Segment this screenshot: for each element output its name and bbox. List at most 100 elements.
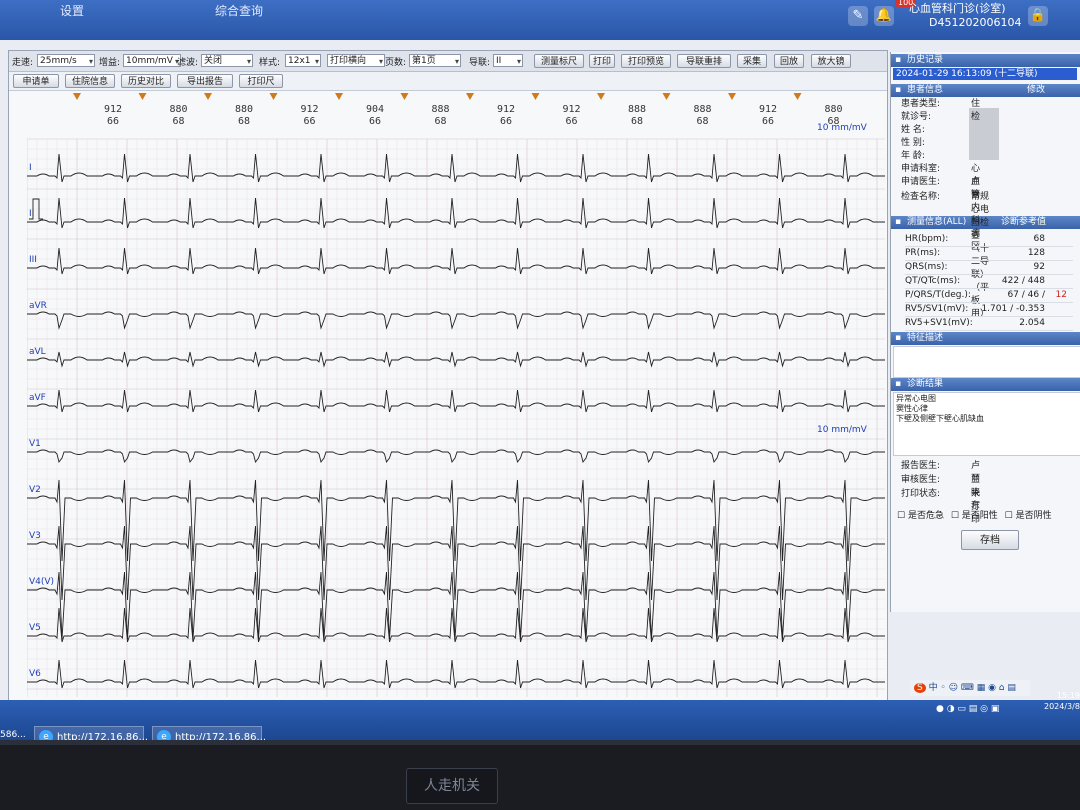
patient-field-row: 申请医生: 卢丽 (901, 176, 980, 200)
history-entry[interactable]: 2024-01-29 16:13:09 (十二导联) (893, 68, 1077, 80)
patient-header: ▪ 患者信息 修改 (891, 84, 1080, 97)
acquire-button[interactable]: 采集 (737, 54, 767, 68)
task-label: http://172.16.86... (175, 732, 267, 740)
beat-marker (335, 93, 343, 100)
print-button[interactable]: 打印 (589, 54, 615, 68)
sogou-icon: S (914, 683, 926, 693)
beat-marker (728, 93, 736, 100)
beat-marker (269, 93, 278, 100)
collapse-icon: ▪ (895, 55, 902, 65)
diagnosis-line: 异常心电图 (896, 394, 936, 403)
feature-header: ▪ 特征描述 (891, 332, 1080, 345)
history-compare-button[interactable]: 历史对比 (121, 74, 171, 88)
style-select[interactable]: 12x1 (285, 54, 321, 68)
device-info: 心血管科门诊(诊室) D451202006104 (895, 2, 1021, 30)
field-label: 报告医生: (901, 461, 941, 471)
ecg-waveform-canvas: 9126688068880689126690466888689126691266… (26, 93, 885, 697)
taskbar-ie-window-1[interactable]: e http://172.16.86... (34, 726, 148, 740)
app-top-bar: 设置 综合查询 ✎ 🔔 100 心血管科门诊(诊室) D451202006104… (0, 0, 1080, 40)
lead-label: V1 (29, 439, 41, 449)
report-field-row: 打印状态: 未打印 (901, 488, 980, 525)
feature-textarea[interactable] (893, 346, 1080, 378)
ecg-panel: 走速: 25mm/s 增益: 10mm/mV 滤波: 关闭 样式: 12x1 打… (8, 50, 888, 702)
rr-interval-label: 888 (628, 104, 646, 115)
lead-label: V3 (29, 531, 41, 541)
heart-rate-label: 68 (696, 116, 708, 127)
lock-icon[interactable]: 🔒 (1028, 6, 1048, 26)
heart-rate-label: 68 (434, 116, 446, 127)
rr-interval-label: 880 (169, 104, 187, 115)
field-label: QT/QTc(ms): (905, 276, 961, 286)
field-value: 92 (1033, 262, 1045, 272)
print-preview-button[interactable]: 打印预览 (621, 54, 671, 68)
gain-select[interactable]: 10mm/mV (123, 54, 181, 68)
measure-ruler-button[interactable]: 测量标尺 (534, 54, 584, 68)
magnifier-button[interactable]: 放大镜 (811, 54, 851, 68)
beat-marker (73, 93, 81, 100)
bell-icon[interactable]: 🔔 (874, 6, 894, 26)
beat-marker (466, 93, 474, 100)
rr-interval-label: 888 (693, 104, 711, 115)
heart-rate-label: 68 (631, 116, 643, 127)
ecg-toolbar: 走速: 25mm/s 增益: 10mm/mV 滤波: 关闭 样式: 12x1 打… (9, 51, 887, 72)
request-form-button[interactable]: 申请单 (13, 74, 59, 88)
lead-reorder-button[interactable]: 导联重排 (677, 54, 731, 68)
lead-label: aVR (29, 301, 47, 311)
menu-query[interactable]: 综合查询 (215, 2, 263, 19)
tray-clock[interactable]: 15:19 2024/3/8 (1044, 690, 1080, 712)
field-label: RV5+SV1(mV): (905, 318, 973, 328)
ime-toolbar[interactable]: S 中 ◦ ☺ ⌨ ▦ ◉ ⌂ ▤ (910, 680, 1030, 696)
side-panel: ▪ 历史记录 2024-01-29 16:13:09 (十二导联) ▪ 患者信息 修改… (890, 52, 1080, 612)
rr-interval-label: 912 (300, 104, 318, 115)
tray-icons[interactable]: ● ◑ ▭ ▤ ◎ ▣ (936, 704, 999, 714)
negative-checkbox[interactable]: ☐ 是否阴性 (1005, 511, 1052, 521)
device-id: D451202006104 (929, 16, 1022, 29)
measure-row: P/QRS/T(deg.): 67 / 46 / 12 (905, 288, 1073, 303)
rr-interval-label: 880 (235, 104, 253, 115)
lead-label: V4(V) (29, 577, 54, 587)
taskbar-ie-window-2[interactable]: e http://172.16.86... (152, 726, 266, 740)
collapse-icon: ▪ (895, 85, 902, 95)
patient-edit-link[interactable]: 修改 (1027, 84, 1045, 97)
ecg-secondary-toolbar: 申请单 住院信息 历史对比 导出报告 打印尺 (9, 72, 887, 91)
scale-label: 10 mm/mV (817, 123, 868, 133)
measure-row: PR(ms): 128 (905, 246, 1073, 261)
beat-marker (204, 93, 212, 100)
filter-select[interactable]: 关闭 (201, 54, 253, 68)
print-orientation-select[interactable]: 打印横向 (327, 54, 385, 68)
speed-select[interactable]: 25mm/s (37, 54, 95, 68)
page-select[interactable]: 第1页 (409, 54, 461, 68)
collapse-icon: ▪ (895, 217, 902, 227)
playback-button[interactable]: 回放 (774, 54, 804, 68)
diagnosis-textarea[interactable]: 异常心电图 窦性心律 下壁及侧壁下壁心肌缺血 (893, 392, 1080, 456)
menu-settings[interactable]: 设置 (60, 2, 84, 19)
measure-row: RV5/SV1(mV): 1.701 / -0.353 (905, 302, 1073, 317)
rr-interval-label: 912 (497, 104, 515, 115)
diagnosis-title: 诊断结果 (907, 379, 944, 389)
lead-label: aVF (29, 393, 46, 403)
field-label: 申请医生: (901, 177, 941, 187)
patient-field-row: 年 龄: (901, 150, 925, 163)
save-archive-button[interactable]: 存档 (961, 530, 1019, 550)
lead-trace (27, 197, 885, 229)
patient-field-row: 患者类型: 住检 (901, 98, 980, 122)
export-report-button[interactable]: 导出报告 (177, 74, 233, 88)
reference-values-link[interactable]: 诊断参考值 (1001, 216, 1046, 229)
ie-icon: e (157, 730, 171, 740)
print-scale-button[interactable]: 打印尺 (239, 74, 283, 88)
task-fragment[interactable]: 586... (0, 730, 26, 740)
rr-interval-label: 912 (759, 104, 777, 115)
feature-title: 特征描述 (907, 333, 944, 343)
field-label: 申请科室: (901, 164, 941, 174)
inpatient-info-button[interactable]: 住院信息 (65, 74, 115, 88)
field-label: 性 别: (901, 138, 925, 148)
history-header[interactable]: ▪ 历史记录 (891, 54, 1080, 67)
field-label: 就诊号: (901, 112, 932, 122)
lead-select[interactable]: II (493, 54, 523, 68)
field-value: 未打印 (971, 489, 981, 525)
brush-icon[interactable]: ✎ (848, 6, 868, 26)
field-value: 422 / 448 (1001, 276, 1045, 286)
field-value: 67 / 46 / (1007, 290, 1045, 300)
critical-checkbox[interactable]: ☐ 是否危急 (897, 511, 944, 521)
filter-label: 滤波: (177, 58, 199, 68)
